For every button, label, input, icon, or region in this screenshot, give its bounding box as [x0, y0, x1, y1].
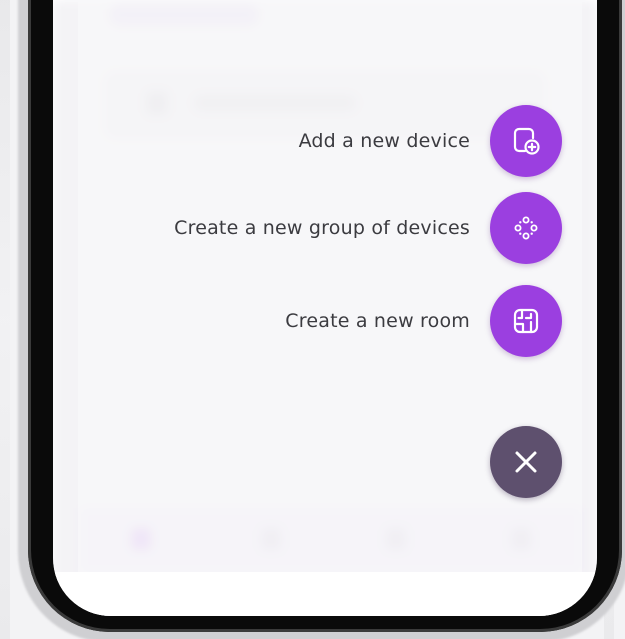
- close-icon: [515, 451, 537, 473]
- add-device-icon: [513, 127, 540, 155]
- fab-label-create-room[interactable]: Create a new room: [285, 310, 470, 332]
- fab-item-add-device[interactable]: Add a new device: [299, 105, 562, 177]
- create-group-button[interactable]: [490, 192, 562, 264]
- device-group-icon: [514, 216, 538, 240]
- fab-item-create-group[interactable]: Create a new group of devices: [174, 192, 562, 264]
- background-texture: [0, 0, 10, 639]
- app-viewport: Add a new device Create a new group of d…: [0, 0, 625, 639]
- fab-item-create-room[interactable]: Create a new room: [285, 285, 562, 357]
- room-layout-icon: [513, 308, 539, 334]
- fab-label-create-group[interactable]: Create a new group of devices: [174, 217, 470, 239]
- screen-bottom-area: [53, 572, 597, 616]
- fab-label-add-device[interactable]: Add a new device: [299, 130, 470, 152]
- add-device-button[interactable]: [490, 105, 562, 177]
- create-room-button[interactable]: [490, 285, 562, 357]
- close-fab-menu-button[interactable]: [490, 426, 562, 498]
